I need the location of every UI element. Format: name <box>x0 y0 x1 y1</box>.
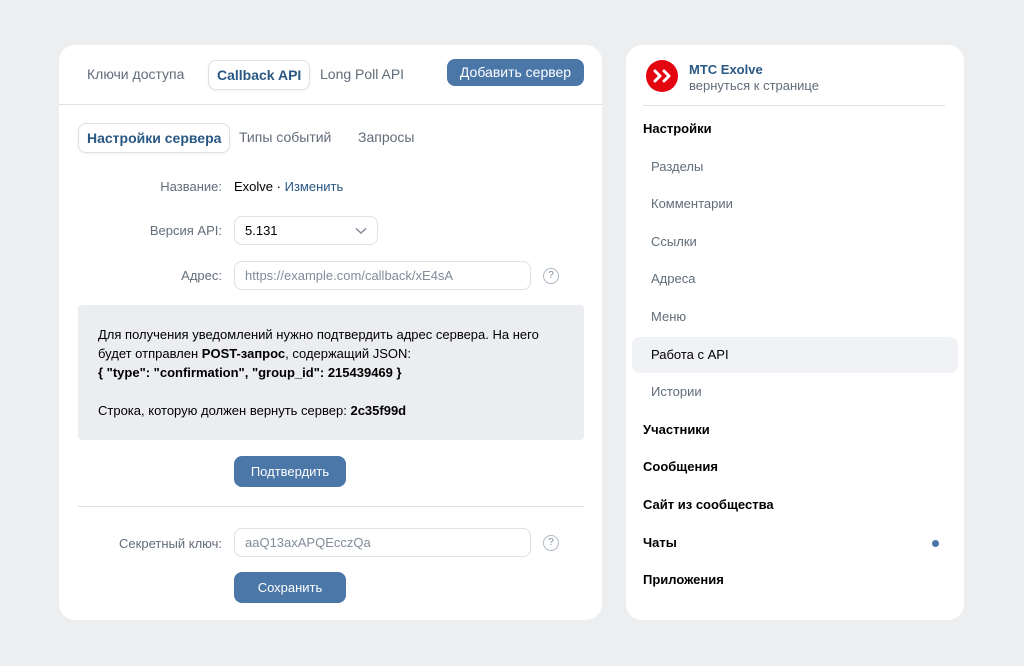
sidebar-item-label: Адреса <box>651 271 696 287</box>
secret-key-label: Секретный ключ: <box>119 536 222 551</box>
sidebar-item-label: Сайт из сообщества <box>643 497 774 512</box>
sidebar-item[interactable]: Настройки <box>632 111 958 147</box>
name-label: Название: <box>160 179 222 194</box>
name-separator: · <box>273 179 285 194</box>
info-json-line: { "type": "confirmation", "group_id": 21… <box>98 365 402 380</box>
chevron-down-icon <box>355 223 367 238</box>
sidebar-item[interactable]: Участники <box>632 412 958 448</box>
tab-long-poll-api[interactable]: Long Poll API <box>312 60 412 88</box>
info-return-line: Строка, которую должен вернуть сервер: 2… <box>98 403 407 418</box>
address-help-icon[interactable]: ? <box>543 268 559 284</box>
tab-event-types[interactable]: Типы событий <box>231 123 339 151</box>
sidebar-item-label: Участники <box>643 421 710 437</box>
back-to-page-link[interactable]: вернуться к странице <box>689 78 819 93</box>
app-frame: Ключи доступа Callback API Long Poll API… <box>0 0 1024 666</box>
save-button[interactable]: Сохранить <box>234 572 346 603</box>
secret-key-placeholder: aaQ13axAPQEcczQa <box>245 535 371 550</box>
name-value-row: Exolve · Изменить <box>234 179 343 194</box>
address-input[interactable]: https://example.com/callback/xE4sA <box>234 261 531 290</box>
tab-server-settings[interactable]: Настройки сервера <box>78 123 231 153</box>
api-version-select[interactable]: 5.131 <box>234 216 378 245</box>
address-placeholder: https://example.com/callback/xE4sA <box>245 268 454 283</box>
post-request-text: POST-запрос <box>201 346 286 361</box>
mts-exolve-logo[interactable] <box>646 60 678 92</box>
sidebar-item-label: Работа с API <box>651 346 729 362</box>
api-settings-card: Ключи доступа Callback API Long Poll API… <box>59 45 602 620</box>
confirmation-info-box: Для получения уведомлений нужно подтверд… <box>78 305 584 440</box>
sidebar-item[interactable]: Сообщения <box>632 449 958 485</box>
unread-dot-icon <box>932 539 939 547</box>
community-title-link[interactable]: МТС Exolve <box>689 62 763 77</box>
sidebar-item-label: Ссылки <box>651 233 697 249</box>
tab-requests[interactable]: Запросы <box>350 123 422 151</box>
info-line-1: Для получения уведомлений нужно подтверд… <box>98 327 539 342</box>
confirmation-code: 2c35f99d <box>350 403 407 418</box>
address-label: Адрес: <box>181 268 222 283</box>
secret-help-icon[interactable]: ? <box>543 535 559 551</box>
add-server-button[interactable]: Добавить сервер <box>447 59 584 86</box>
sidebar-item[interactable]: Чаты <box>632 525 958 561</box>
tabs-divider <box>59 104 602 105</box>
api-version-value: 5.131 <box>245 223 278 238</box>
sidebar-item[interactable]: Приложения <box>632 562 958 598</box>
tab-callback-api[interactable]: Callback API <box>208 60 311 90</box>
sidebar-item-label: Меню <box>651 309 687 324</box>
secret-key-input[interactable]: aaQ13axAPQEcczQa <box>234 528 531 557</box>
sidebar-divider <box>643 105 945 106</box>
sidebar-item[interactable]: Меню <box>632 299 958 335</box>
sidebar-item[interactable]: Разделы <box>632 149 958 185</box>
sidebar-item[interactable]: Работа с API <box>632 336 958 373</box>
sidebar-item[interactable]: Комментарии <box>632 186 958 222</box>
server-name: Exolve <box>234 179 274 194</box>
sidebar-item-label: Разделы <box>651 158 704 174</box>
section-divider <box>78 506 584 507</box>
edit-name-link[interactable]: Изменить <box>285 179 344 194</box>
sidebar-item[interactable]: Истории <box>632 374 958 410</box>
api-version-label: Версия API: <box>149 223 222 238</box>
sidebar-item[interactable]: Ссылки <box>632 224 958 260</box>
sidebar-item[interactable]: Сайт из сообщества <box>632 487 958 523</box>
sidebar-item-label: Сообщения <box>643 459 718 475</box>
info-line-2: будет отправлен POST-запрос, содержащий … <box>98 346 412 361</box>
sidebar-item[interactable]: Адреса <box>632 261 958 297</box>
tab-access-keys[interactable]: Ключи доступа <box>79 60 192 88</box>
sidebar-item-label: Приложения <box>643 572 724 588</box>
sidebar-item-label: Истории <box>651 384 702 400</box>
sidebar-item-label: Настройки <box>643 121 712 136</box>
confirm-button[interactable]: Подтвердить <box>234 456 346 487</box>
sidebar-item-label: Комментарии <box>651 196 733 212</box>
sidebar-item-label: Чаты <box>643 534 677 550</box>
community-settings-sidebar: МТС Exolve вернуться к странице Настройк… <box>626 45 964 620</box>
